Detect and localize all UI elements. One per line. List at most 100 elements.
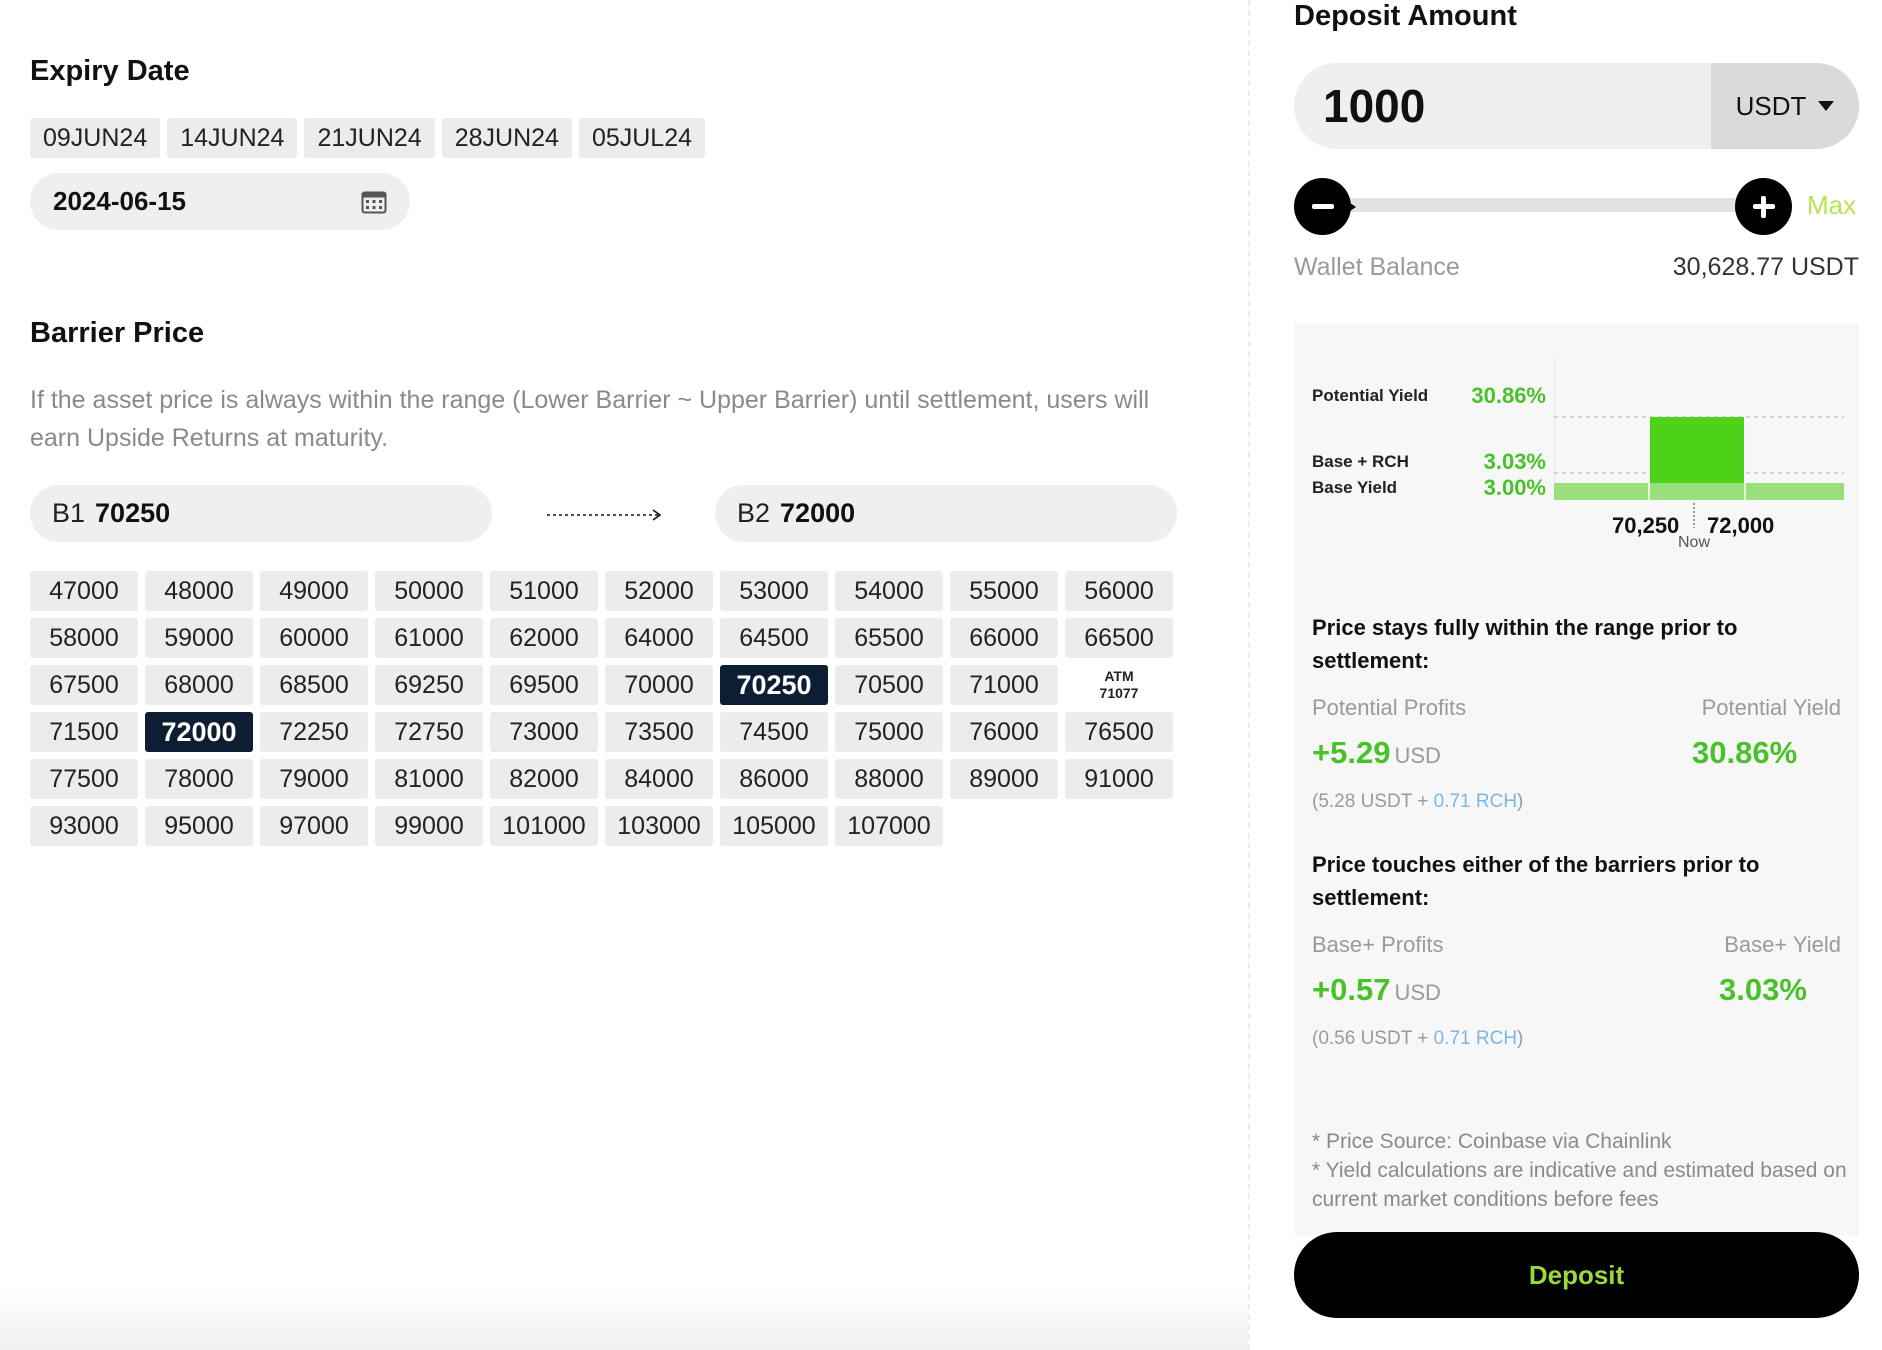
potential-yield-value: 30.86% (1471, 383, 1546, 408)
upper-barrier-field[interactable]: B2 72000 (715, 485, 1177, 542)
potential-yield-label: Potential Yield (1312, 386, 1429, 405)
price-cell[interactable]: 64500 (720, 618, 828, 658)
price-cell[interactable]: 81000 (375, 759, 483, 799)
expiry-chip[interactable]: 21JUN24 (304, 118, 435, 158)
touch-title: Price touches either of the barriers pri… (1312, 852, 1760, 910)
expiry-chip[interactable]: 28JUN24 (441, 118, 572, 158)
price-cell[interactable]: 59000 (145, 618, 253, 658)
atm-label: ATM (1104, 668, 1134, 684)
price-cell[interactable]: 73000 (490, 712, 598, 752)
price-cell[interactable]: 70500 (835, 665, 943, 705)
price-cell[interactable]: 99000 (375, 806, 483, 846)
price-cell[interactable]: 55000 (950, 571, 1058, 611)
price-cell[interactable]: 61000 (375, 618, 483, 658)
price-cell[interactable]: 54000 (835, 571, 943, 611)
base-yield-label-2: Base+ Yield (1724, 932, 1841, 957)
price-cell[interactable]: 97000 (260, 806, 368, 846)
price-cell[interactable]: 52000 (605, 571, 713, 611)
potential-profits-unit: USD (1394, 743, 1441, 768)
plus-icon-vertical (1761, 195, 1766, 218)
wallet-balance-label: Wallet Balance (1294, 253, 1460, 281)
price-cell[interactable]: 53000 (720, 571, 828, 611)
price-cell[interactable]: 69500 (490, 665, 598, 705)
date-value: 2024-06-15 (53, 186, 186, 216)
date-picker-field[interactable]: 2024-06-15 (30, 173, 410, 230)
expiry-chip[interactable]: 14JUN24 (167, 118, 298, 158)
price-cell[interactable]: 82000 (490, 759, 598, 799)
max-button[interactable]: Max (1807, 190, 1856, 221)
price-cell[interactable]: 78000 (145, 759, 253, 799)
price-cell[interactable]: 95000 (145, 806, 253, 846)
price-cell[interactable]: 66500 (1065, 618, 1173, 658)
expiry-chip[interactable]: 05JUL24 (578, 118, 706, 158)
expiry-chip[interactable]: 09JUN24 (30, 118, 161, 158)
price-cell[interactable]: 84000 (605, 759, 713, 799)
price-cell[interactable]: 86000 (720, 759, 828, 799)
amount-slider-track[interactable] (1344, 198, 1744, 212)
calendar-icon[interactable] (361, 190, 387, 214)
price-cell[interactable]: 79000 (260, 759, 368, 799)
price-cell[interactable]: 67500 (30, 665, 138, 705)
price-cell[interactable]: 68000 (145, 665, 253, 705)
price-cell[interactable]: 107000 (835, 806, 943, 846)
atm-price-cell[interactable]: ATM 71077 (1065, 665, 1173, 705)
price-cell[interactable]: 71500 (30, 712, 138, 752)
price-cell[interactable]: 93000 (30, 806, 138, 846)
currency-select[interactable]: USDT (1711, 63, 1859, 149)
deposit-button[interactable]: Deposit (1294, 1232, 1859, 1318)
yield-payoff-chart (1554, 358, 1844, 528)
price-cell[interactable]: 88000 (835, 759, 943, 799)
price-cell[interactable]: 47000 (30, 571, 138, 611)
price-cell[interactable]: 89000 (950, 759, 1058, 799)
expiry-chip-row: 09JUN24 14JUN24 21JUN24 28JUN24 05JUL24 (30, 118, 706, 158)
price-cell[interactable]: 60000 (260, 618, 368, 658)
price-cell[interactable]: 70000 (605, 665, 713, 705)
right-panel: Deposit Amount 1000 USDT Max Wallet Bala… (1294, 0, 1859, 1350)
price-cell[interactable]: 66000 (950, 618, 1058, 658)
breakdown-rch: 0.71 RCH (1433, 1028, 1518, 1049)
price-cell[interactable]: 50000 (375, 571, 483, 611)
decrease-button[interactable] (1294, 178, 1351, 235)
base-yield-big: 3.03% (1719, 972, 1807, 1007)
price-cell[interactable]: 49000 (260, 571, 368, 611)
price-cell[interactable]: 73500 (605, 712, 713, 752)
price-cell[interactable]: 72250 (260, 712, 368, 752)
price-cell[interactable]: 64000 (605, 618, 713, 658)
yield-summary-card: Potential Yield 30.86% Base + RCH 3.03% … (1294, 323, 1859, 1235)
potential-profits-amount: +5.29 (1312, 735, 1391, 770)
price-cell[interactable]: 74500 (720, 712, 828, 752)
atm-value: 71077 (1099, 685, 1139, 701)
price-cell[interactable]: 103000 (605, 806, 713, 846)
price-cell[interactable]: 76000 (950, 712, 1058, 752)
price-cell[interactable]: 91000 (1065, 759, 1173, 799)
wallet-balance-value: 30,628.77 USDT (1672, 253, 1859, 281)
price-cell[interactable]: 51000 (490, 571, 598, 611)
price-cell[interactable]: 76500 (1065, 712, 1173, 752)
base-yield-label: Base Yield (1312, 478, 1398, 497)
price-cell[interactable]: 77500 (30, 759, 138, 799)
touch-breakdown: (0.56 USDT + 0.71 RCH) (1312, 1028, 1523, 1050)
price-cell[interactable]: 72750 (375, 712, 483, 752)
caret-down-icon (1818, 101, 1835, 111)
price-cell-selected[interactable]: 72000 (145, 712, 253, 752)
price-cell[interactable]: 71000 (950, 665, 1058, 705)
price-cell-selected[interactable]: 70250 (720, 665, 828, 705)
price-cell[interactable]: 105000 (720, 806, 828, 846)
price-cell[interactable]: 48000 (145, 571, 253, 611)
price-cell[interactable]: 65500 (835, 618, 943, 658)
breakdown-close: ) (1517, 791, 1524, 812)
price-cell[interactable]: 68500 (260, 665, 368, 705)
deposit-amount-input[interactable]: 1000 (1294, 63, 1711, 149)
price-cell[interactable]: 62000 (490, 618, 598, 658)
price-cell[interactable]: 58000 (30, 618, 138, 658)
price-cell[interactable]: 75000 (835, 712, 943, 752)
base-profits-unit: USD (1394, 980, 1441, 1005)
potential-yield-big: 30.86% (1692, 735, 1798, 770)
panel-divider (1248, 0, 1250, 1350)
price-cell[interactable]: 56000 (1065, 571, 1173, 611)
base-yield-value: 3.00% (1483, 475, 1546, 500)
price-cell[interactable]: 101000 (490, 806, 598, 846)
increase-button[interactable] (1735, 178, 1792, 235)
price-cell[interactable]: 69250 (375, 665, 483, 705)
lower-barrier-field[interactable]: B1 70250 (30, 485, 492, 542)
